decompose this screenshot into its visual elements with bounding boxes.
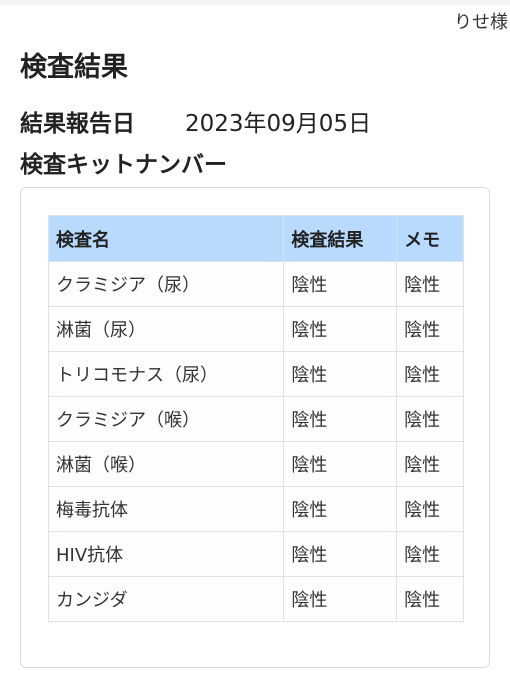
kit-number-label: 検査キットナンバー [20,152,227,178]
column-header-test-name: 検査名 [47,215,285,262]
cell-memo: 陰性 [396,306,464,352]
cell-memo: 陰性 [396,351,464,397]
cell-memo: 陰性 [396,441,464,487]
cell-result: 陰性 [283,441,398,487]
cell-memo: 陰性 [396,261,464,307]
table-header-row: 検査名 検査結果 メモ [47,215,464,262]
page-title: 検査結果 [20,52,128,83]
table-row: クラミジア（尿） 陰性 陰性 [47,261,464,307]
cell-test-name: HIV抗体 [47,531,285,577]
table-row: 淋菌（尿） 陰性 陰性 [47,306,464,352]
results-table: 検査名 検査結果 メモ クラミジア（尿） 陰性 陰性 淋菌（尿） 陰性 陰性 トリコモナス（… [47,215,464,622]
cell-result: 陰性 [283,576,398,622]
cell-memo: 陰性 [396,576,464,622]
table-row: 淋菌（喉） 陰性 陰性 [47,441,464,487]
report-date-label: 結果報告日 [20,111,135,137]
column-header-result: 検査結果 [283,215,398,262]
report-date-row: 結果報告日 2023年09月05日 [20,104,371,138]
cell-result: 陰性 [283,396,398,442]
table-row: 梅毒抗体 陰性 陰性 [47,486,464,532]
cell-result: 陰性 [283,531,398,577]
cell-memo: 陰性 [396,396,464,442]
cell-test-name: クラミジア（喉） [47,396,285,442]
cell-test-name: クラミジア（尿） [47,261,285,307]
cell-test-name: 淋菌（尿） [47,306,285,352]
table-row: クラミジア（喉） 陰性 陰性 [47,396,464,442]
cell-memo: 陰性 [396,531,464,577]
cell-result: 陰性 [283,261,398,307]
user-name: りせ様 [454,12,508,33]
cell-memo: 陰性 [396,486,464,532]
cell-result: 陰性 [283,486,398,532]
results-card: 検査名 検査結果 メモ クラミジア（尿） 陰性 陰性 淋菌（尿） 陰性 陰性 トリコモナス（… [20,187,490,668]
cell-result: 陰性 [283,351,398,397]
table-row: HIV抗体 陰性 陰性 [47,531,464,577]
cell-test-name: トリコモナス（尿） [47,351,285,397]
table-row: カンジダ 陰性 陰性 [47,576,464,622]
report-date-value: 2023年09月05日 [185,111,372,137]
cell-test-name: 淋菌（喉） [47,441,285,487]
top-band [0,0,510,5]
cell-result: 陰性 [283,306,398,352]
cell-test-name: 梅毒抗体 [47,486,285,532]
cell-test-name: カンジダ [47,576,285,622]
table-row: トリコモナス（尿） 陰性 陰性 [47,351,464,397]
column-header-memo: メモ [396,215,464,262]
